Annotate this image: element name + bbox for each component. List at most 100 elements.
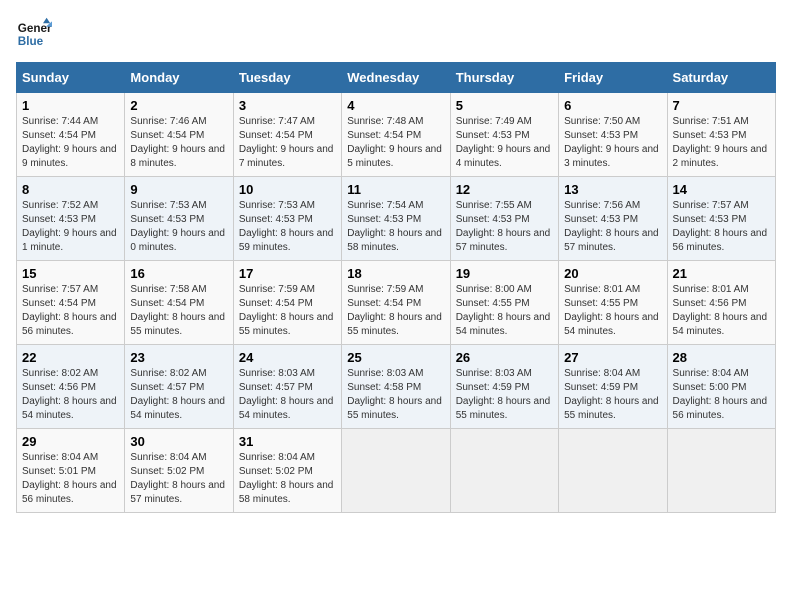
calendar-week-row: 1Sunrise: 7:44 AM Sunset: 4:54 PM Daylig… bbox=[17, 93, 776, 177]
calendar-cell: 4Sunrise: 7:48 AM Sunset: 4:54 PM Daylig… bbox=[342, 93, 450, 177]
col-header-sunday: Sunday bbox=[17, 63, 125, 93]
day-info: Sunrise: 7:51 AM Sunset: 4:53 PM Dayligh… bbox=[673, 115, 770, 171]
day-number: 12 bbox=[456, 182, 553, 197]
day-info: Sunrise: 8:03 AM Sunset: 4:57 PM Dayligh… bbox=[239, 367, 336, 423]
day-info: Sunrise: 8:00 AM Sunset: 4:55 PM Dayligh… bbox=[456, 283, 553, 339]
calendar-cell: 22 Sunrise: 8:02 AM Sunset: 4:56 PM Dayli… bbox=[17, 345, 125, 429]
day-info: Sunrise: 7:50 AM Sunset: 4:53 PM Dayligh… bbox=[564, 115, 661, 171]
calendar-cell: 16Sunrise: 7:58 AM Sunset: 4:54 PM Dayli… bbox=[125, 261, 233, 345]
calendar-cell: 29Sunrise: 8:04 AM Sunset: 5:01 PM Dayli… bbox=[17, 429, 125, 513]
day-number: 14 bbox=[673, 182, 770, 197]
day-info: Sunrise: 7:46 AM Sunset: 4:54 PM Dayligh… bbox=[130, 115, 227, 171]
calendar-week-row: 29Sunrise: 8:04 AM Sunset: 5:01 PM Dayli… bbox=[17, 429, 776, 513]
calendar-cell: 1Sunrise: 7:44 AM Sunset: 4:54 PM Daylig… bbox=[17, 93, 125, 177]
calendar-cell: 20 Sunrise: 8:01 AM Sunset: 4:55 PM Dayli… bbox=[559, 261, 667, 345]
calendar-week-row: 22 Sunrise: 8:02 AM Sunset: 4:56 PM Dayli… bbox=[17, 345, 776, 429]
calendar-cell: 2 Sunrise: 7:46 AM Sunset: 4:54 PM Daylig… bbox=[125, 93, 233, 177]
day-info: Sunrise: 8:03 AM Sunset: 4:58 PM Dayligh… bbox=[347, 367, 444, 423]
day-number: 26 bbox=[456, 350, 553, 365]
day-info: Sunrise: 8:01 AM Sunset: 4:55 PM Dayligh… bbox=[564, 283, 661, 339]
day-number: 22 bbox=[22, 350, 119, 365]
day-info: Sunrise: 7:55 AM Sunset: 4:53 PM Dayligh… bbox=[456, 199, 553, 255]
day-number: 5 bbox=[456, 98, 553, 113]
day-info: Sunrise: 8:04 AM Sunset: 5:00 PM Dayligh… bbox=[673, 367, 770, 423]
day-number: 13 bbox=[564, 182, 661, 197]
day-number: 7 bbox=[673, 98, 770, 113]
calendar-cell bbox=[667, 429, 775, 513]
day-number: 9 bbox=[130, 182, 227, 197]
calendar-cell: 14 Sunrise: 7:57 AM Sunset: 4:53 PM Dayli… bbox=[667, 177, 775, 261]
calendar-cell: 12 Sunrise: 7:55 AM Sunset: 4:53 PM Dayli… bbox=[450, 177, 558, 261]
day-info: Sunrise: 8:04 AM Sunset: 5:02 PM Dayligh… bbox=[239, 451, 336, 507]
day-info: Sunrise: 7:56 AM Sunset: 4:53 PM Dayligh… bbox=[564, 199, 661, 255]
day-number: 10 bbox=[239, 182, 336, 197]
col-header-friday: Friday bbox=[559, 63, 667, 93]
day-number: 30 bbox=[130, 434, 227, 449]
day-info: Sunrise: 8:04 AM Sunset: 5:01 PM Dayligh… bbox=[22, 451, 119, 507]
day-number: 31 bbox=[239, 434, 336, 449]
day-info: Sunrise: 7:59 AM Sunset: 4:54 PM Dayligh… bbox=[239, 283, 336, 339]
svg-text:General: General bbox=[18, 22, 52, 35]
day-number: 2 bbox=[130, 98, 227, 113]
header: General Blue bbox=[16, 16, 776, 52]
calendar-cell bbox=[559, 429, 667, 513]
calendar-cell: 25 Sunrise: 8:03 AM Sunset: 4:58 PM Dayli… bbox=[342, 345, 450, 429]
svg-text:Blue: Blue bbox=[18, 35, 44, 48]
calendar-week-row: 8 Sunrise: 7:52 AM Sunset: 4:53 PM Daylig… bbox=[17, 177, 776, 261]
calendar-cell: 17 Sunrise: 7:59 AM Sunset: 4:54 PM Dayli… bbox=[233, 261, 341, 345]
day-info: Sunrise: 7:53 AM Sunset: 4:53 PM Dayligh… bbox=[130, 199, 227, 255]
day-info: Sunrise: 7:53 AM Sunset: 4:53 PM Dayligh… bbox=[239, 199, 336, 255]
calendar-cell: 8 Sunrise: 7:52 AM Sunset: 4:53 PM Daylig… bbox=[17, 177, 125, 261]
calendar-header-row: SundayMondayTuesdayWednesdayThursdayFrid… bbox=[17, 63, 776, 93]
calendar-cell: 30 Sunrise: 8:04 AM Sunset: 5:02 PM Dayli… bbox=[125, 429, 233, 513]
calendar-cell: 26 Sunrise: 8:03 AM Sunset: 4:59 PM Dayli… bbox=[450, 345, 558, 429]
calendar-cell: 6 Sunrise: 7:50 AM Sunset: 4:53 PM Daylig… bbox=[559, 93, 667, 177]
day-number: 8 bbox=[22, 182, 119, 197]
calendar-cell: 18Sunrise: 7:59 AM Sunset: 4:54 PM Dayli… bbox=[342, 261, 450, 345]
col-header-thursday: Thursday bbox=[450, 63, 558, 93]
day-number: 21 bbox=[673, 266, 770, 281]
day-info: Sunrise: 8:02 AM Sunset: 4:57 PM Dayligh… bbox=[130, 367, 227, 423]
calendar-cell: 5Sunrise: 7:49 AM Sunset: 4:53 PM Daylig… bbox=[450, 93, 558, 177]
day-info: Sunrise: 8:01 AM Sunset: 4:56 PM Dayligh… bbox=[673, 283, 770, 339]
day-number: 23 bbox=[130, 350, 227, 365]
col-header-monday: Monday bbox=[125, 63, 233, 93]
calendar-cell: 11 Sunrise: 7:54 AM Sunset: 4:53 PM Dayli… bbox=[342, 177, 450, 261]
day-number: 25 bbox=[347, 350, 444, 365]
day-number: 6 bbox=[564, 98, 661, 113]
day-info: Sunrise: 7:52 AM Sunset: 4:53 PM Dayligh… bbox=[22, 199, 119, 255]
col-header-tuesday: Tuesday bbox=[233, 63, 341, 93]
day-info: Sunrise: 8:03 AM Sunset: 4:59 PM Dayligh… bbox=[456, 367, 553, 423]
day-info: Sunrise: 7:44 AM Sunset: 4:54 PM Dayligh… bbox=[22, 115, 119, 171]
day-number: 19 bbox=[456, 266, 553, 281]
day-number: 17 bbox=[239, 266, 336, 281]
calendar-week-row: 15Sunrise: 7:57 AM Sunset: 4:54 PM Dayli… bbox=[17, 261, 776, 345]
day-info: Sunrise: 7:54 AM Sunset: 4:53 PM Dayligh… bbox=[347, 199, 444, 255]
day-number: 18 bbox=[347, 266, 444, 281]
calendar-cell: 23 Sunrise: 8:02 AM Sunset: 4:57 PM Dayli… bbox=[125, 345, 233, 429]
day-number: 3 bbox=[239, 98, 336, 113]
calendar-table: SundayMondayTuesdayWednesdayThursdayFrid… bbox=[16, 62, 776, 513]
calendar-cell: 21 Sunrise: 8:01 AM Sunset: 4:56 PM Dayli… bbox=[667, 261, 775, 345]
day-number: 27 bbox=[564, 350, 661, 365]
day-number: 28 bbox=[673, 350, 770, 365]
day-info: Sunrise: 7:57 AM Sunset: 4:53 PM Dayligh… bbox=[673, 199, 770, 255]
day-number: 16 bbox=[130, 266, 227, 281]
day-info: Sunrise: 7:47 AM Sunset: 4:54 PM Dayligh… bbox=[239, 115, 336, 171]
calendar-cell bbox=[342, 429, 450, 513]
col-header-saturday: Saturday bbox=[667, 63, 775, 93]
day-info: Sunrise: 8:04 AM Sunset: 4:59 PM Dayligh… bbox=[564, 367, 661, 423]
calendar-cell: 31 Sunrise: 8:04 AM Sunset: 5:02 PM Dayli… bbox=[233, 429, 341, 513]
calendar-cell: 24Sunrise: 8:03 AM Sunset: 4:57 PM Dayli… bbox=[233, 345, 341, 429]
col-header-wednesday: Wednesday bbox=[342, 63, 450, 93]
day-number: 11 bbox=[347, 182, 444, 197]
day-info: Sunrise: 8:02 AM Sunset: 4:56 PM Dayligh… bbox=[22, 367, 119, 423]
day-number: 15 bbox=[22, 266, 119, 281]
calendar-cell: 9 Sunrise: 7:53 AM Sunset: 4:53 PM Daylig… bbox=[125, 177, 233, 261]
logo: General Blue bbox=[16, 16, 58, 52]
calendar-cell: 19 Sunrise: 8:00 AM Sunset: 4:55 PM Dayli… bbox=[450, 261, 558, 345]
calendar-cell: 3 Sunrise: 7:47 AM Sunset: 4:54 PM Daylig… bbox=[233, 93, 341, 177]
day-number: 20 bbox=[564, 266, 661, 281]
calendar-cell: 28 Sunrise: 8:04 AM Sunset: 5:00 PM Dayli… bbox=[667, 345, 775, 429]
day-info: Sunrise: 8:04 AM Sunset: 5:02 PM Dayligh… bbox=[130, 451, 227, 507]
